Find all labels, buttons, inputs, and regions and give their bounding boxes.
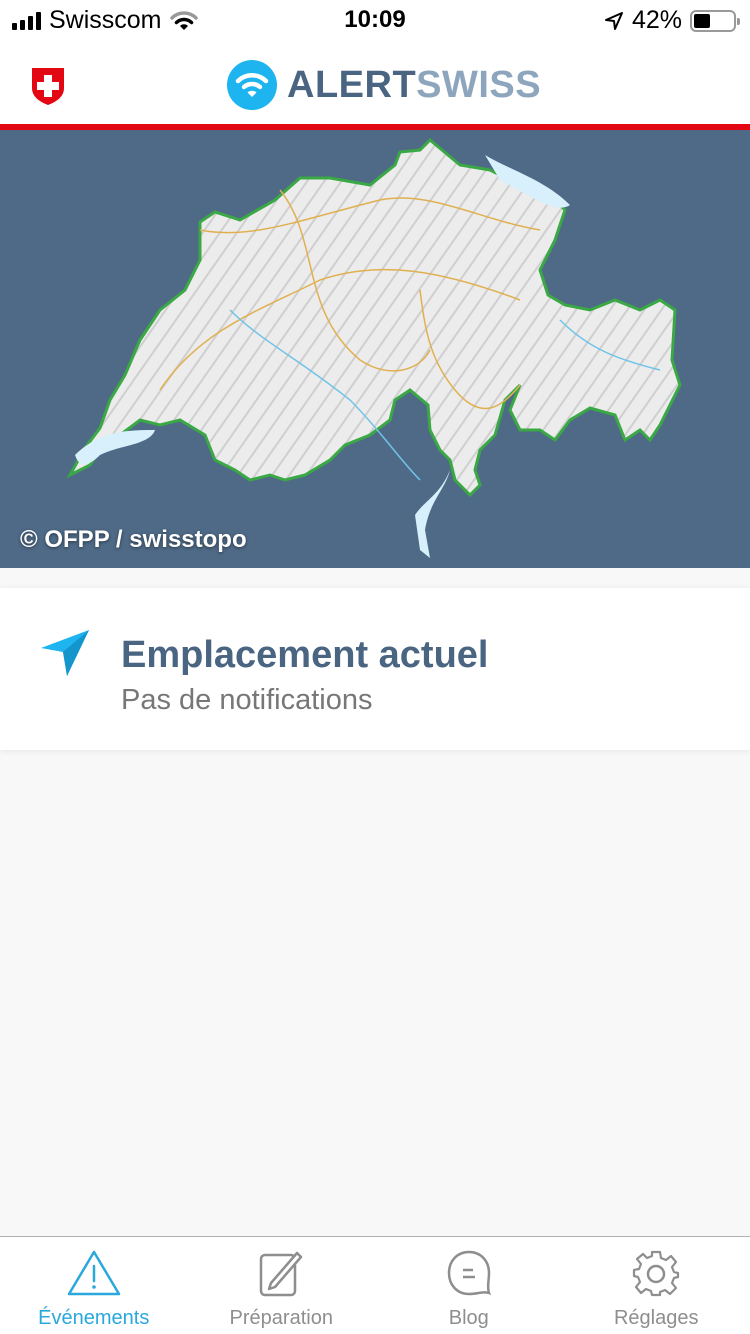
tab-reglages[interactable]: Réglages — [563, 1237, 750, 1334]
battery-icon — [690, 9, 740, 32]
tab-evenements[interactable]: Événements — [0, 1237, 188, 1334]
location-subtitle: Pas de notifications — [121, 684, 373, 716]
swiss-shield-icon — [32, 68, 64, 105]
tab-label: Préparation — [229, 1307, 333, 1329]
location-arrow-icon — [41, 630, 89, 676]
tab-blog[interactable]: Blog — [375, 1237, 563, 1334]
alertswiss-logo: ALERTSWISS — [227, 60, 541, 110]
tab-preparation[interactable]: Préparation — [188, 1237, 376, 1334]
country-outline — [66, 137, 682, 498]
current-location-card[interactable]: Emplacement actuel Pas de notifications — [0, 588, 750, 750]
edit-note-icon — [260, 1251, 303, 1297]
location-services-icon — [604, 11, 623, 30]
lake-geneva — [75, 430, 155, 465]
tab-bar: Événements Préparation Blog Réglages — [0, 1236, 750, 1334]
logo-text-swiss: SWISS — [416, 63, 542, 106]
logo-text-alert: ALERT — [287, 63, 417, 106]
switzerland-map[interactable]: © OFPP / swisstopo — [0, 130, 750, 568]
tab-label: Événements — [38, 1307, 150, 1329]
lake-maggiore — [415, 470, 450, 558]
warning-triangle-icon — [67, 1250, 120, 1296]
logo-wifi-icon — [227, 60, 277, 110]
app-header: ALERTSWISS — [0, 40, 750, 124]
tab-label: Blog — [448, 1307, 489, 1329]
tab-label: Réglages — [613, 1307, 699, 1329]
map-credit: © OFPP / swisstopo — [20, 526, 247, 553]
battery-percent: 42% — [631, 6, 682, 34]
chat-bubble-icon — [447, 1250, 491, 1296]
map-graphic — [66, 137, 682, 558]
status-bar: Swisscom 10:09 42% — [0, 0, 750, 40]
location-title: Emplacement actuel — [121, 634, 489, 676]
gear-icon — [633, 1250, 680, 1297]
